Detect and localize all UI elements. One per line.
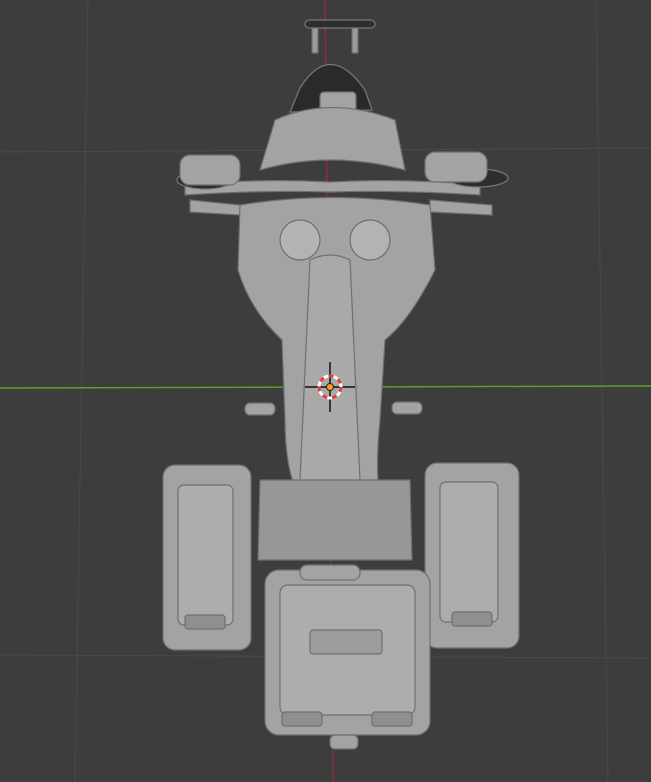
top-box-label-plate <box>309 629 383 655</box>
3d-viewport[interactable] <box>0 0 651 782</box>
left-fuel-cap <box>279 219 321 261</box>
mirror-bar <box>304 19 376 29</box>
right-fuel-cap <box>349 219 391 261</box>
right-footpeg <box>391 401 423 415</box>
right-handguard <box>424 151 488 183</box>
front-fairing <box>259 106 406 171</box>
viewport-canvas[interactable] <box>0 0 651 782</box>
origin-point <box>326 383 334 391</box>
left-footpeg <box>244 402 276 416</box>
left-handguard <box>179 154 241 186</box>
rear-frame <box>257 479 413 561</box>
tail-light <box>329 734 359 750</box>
